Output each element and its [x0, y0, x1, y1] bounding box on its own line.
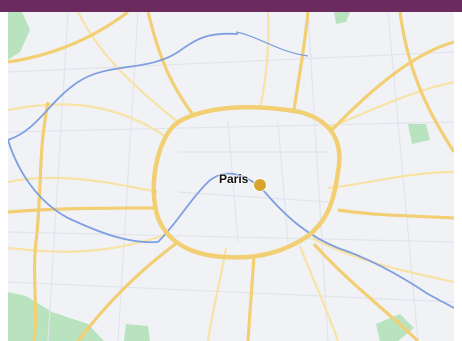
city-label[interactable]: Paris	[219, 172, 248, 186]
map-view[interactable]: Paris	[8, 12, 454, 341]
map-screen: Paris	[0, 0, 462, 341]
park-south-west	[124, 324, 150, 341]
header-bar	[0, 0, 462, 12]
location-dot-icon[interactable]	[254, 179, 266, 191]
